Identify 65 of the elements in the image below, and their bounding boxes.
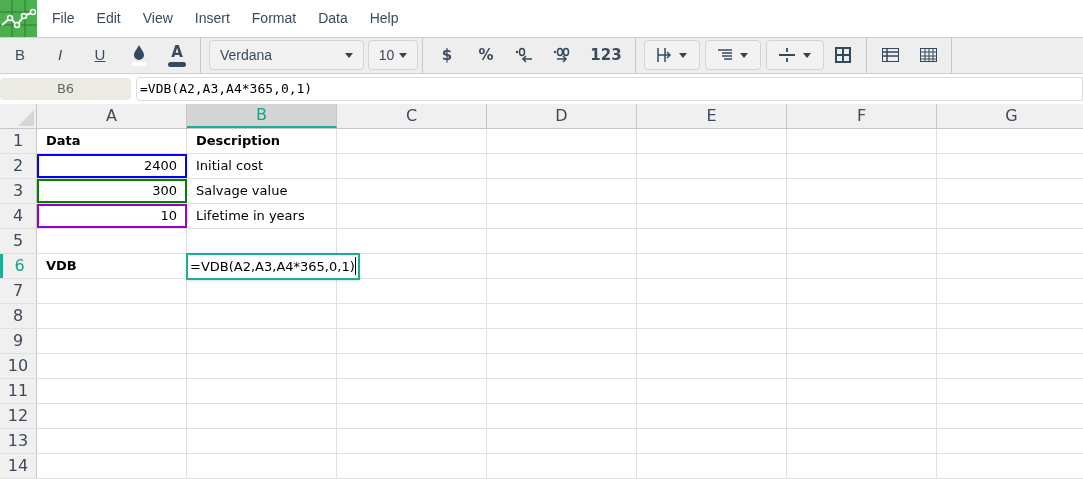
table-cell: 10 <box>37 204 187 228</box>
table-cell: 300 <box>37 179 187 203</box>
row-header[interactable]: 4 <box>0 204 37 228</box>
row-header[interactable]: 13 <box>0 429 37 453</box>
row-header[interactable]: 12 <box>0 404 37 428</box>
caret-icon <box>679 52 687 58</box>
italic-button[interactable]: I <box>40 40 80 71</box>
menu-item[interactable]: Data <box>318 8 348 29</box>
row-header[interactable]: 5 <box>0 229 37 253</box>
column-header[interactable]: G <box>937 104 1083 128</box>
row-header[interactable]: 8 <box>0 304 37 328</box>
table-cell: 2400 <box>37 154 187 178</box>
horizontal-align-dropdown[interactable] <box>644 40 700 71</box>
decrease-decimal-icon <box>515 47 533 64</box>
row-header[interactable]: 11 <box>0 379 37 403</box>
row-header[interactable]: 10 <box>0 354 37 378</box>
number-format-button[interactable]: 123 <box>581 40 631 71</box>
menu-item[interactable]: File <box>52 8 75 29</box>
caret-icon <box>345 52 353 58</box>
caret-icon <box>803 52 811 58</box>
menu-item[interactable]: View <box>142 8 173 29</box>
row-header[interactable]: 7 <box>0 279 37 303</box>
color-bar-icon <box>168 61 186 67</box>
table-cell: Description <box>187 129 337 153</box>
currency-button[interactable]: $ <box>427 40 467 71</box>
cell-editor[interactable]: =VDB(A2,A3,A4*365,0,1) <box>186 253 360 280</box>
text-color-button[interactable]: A <box>158 40 196 71</box>
table-icon <box>881 48 899 63</box>
column-header[interactable]: D <box>487 104 637 128</box>
caret-icon <box>740 52 748 58</box>
droplet-icon <box>132 44 146 67</box>
column-header[interactable]: E <box>637 104 787 128</box>
corner-triangle-icon <box>18 110 34 126</box>
row-header[interactable]: 14 <box>0 454 37 478</box>
table-cell: Data <box>37 129 187 153</box>
formula-field[interactable]: =VDB(A2,A3,A4*365,0,1) <box>136 76 1083 101</box>
grid-icon <box>835 47 851 64</box>
table-cell: Salvage value <box>187 179 337 203</box>
percent-button[interactable]: % <box>467 40 505 71</box>
font-size-dropdown[interactable]: 10 <box>368 40 418 71</box>
column-header[interactable]: C <box>337 104 487 128</box>
caret-icon <box>399 52 408 58</box>
name-box[interactable]: B6 <box>0 77 131 100</box>
table-icon <box>919 48 937 63</box>
vertical-align-dropdown[interactable] <box>766 40 824 71</box>
menu-item[interactable]: Insert <box>194 8 230 29</box>
row-header[interactable]: 3 <box>0 179 37 203</box>
table-cell: Initial cost <box>187 154 337 178</box>
menu-item[interactable]: Edit <box>96 8 121 29</box>
row-header[interactable]: 2 <box>0 154 37 178</box>
increase-decimal-icon <box>553 47 571 64</box>
font-dropdown[interactable]: Verdana <box>209 40 364 71</box>
logo-icon[interactable] <box>0 0 37 37</box>
row-header[interactable]: 9 <box>0 329 37 353</box>
column-header[interactable]: F <box>787 104 937 128</box>
underline-button[interactable]: U <box>80 40 120 71</box>
vertical-align-icon <box>779 47 795 64</box>
bold-button[interactable]: B <box>0 40 40 71</box>
menu-item[interactable]: Help <box>369 8 399 29</box>
table-cell: Lifetime in years <box>187 204 337 228</box>
text-align-dropdown[interactable] <box>705 40 761 71</box>
align-icon <box>657 47 671 64</box>
lines-icon <box>718 49 732 62</box>
row-header[interactable]: 1 <box>0 129 37 153</box>
menu-item[interactable]: Format <box>251 8 297 29</box>
